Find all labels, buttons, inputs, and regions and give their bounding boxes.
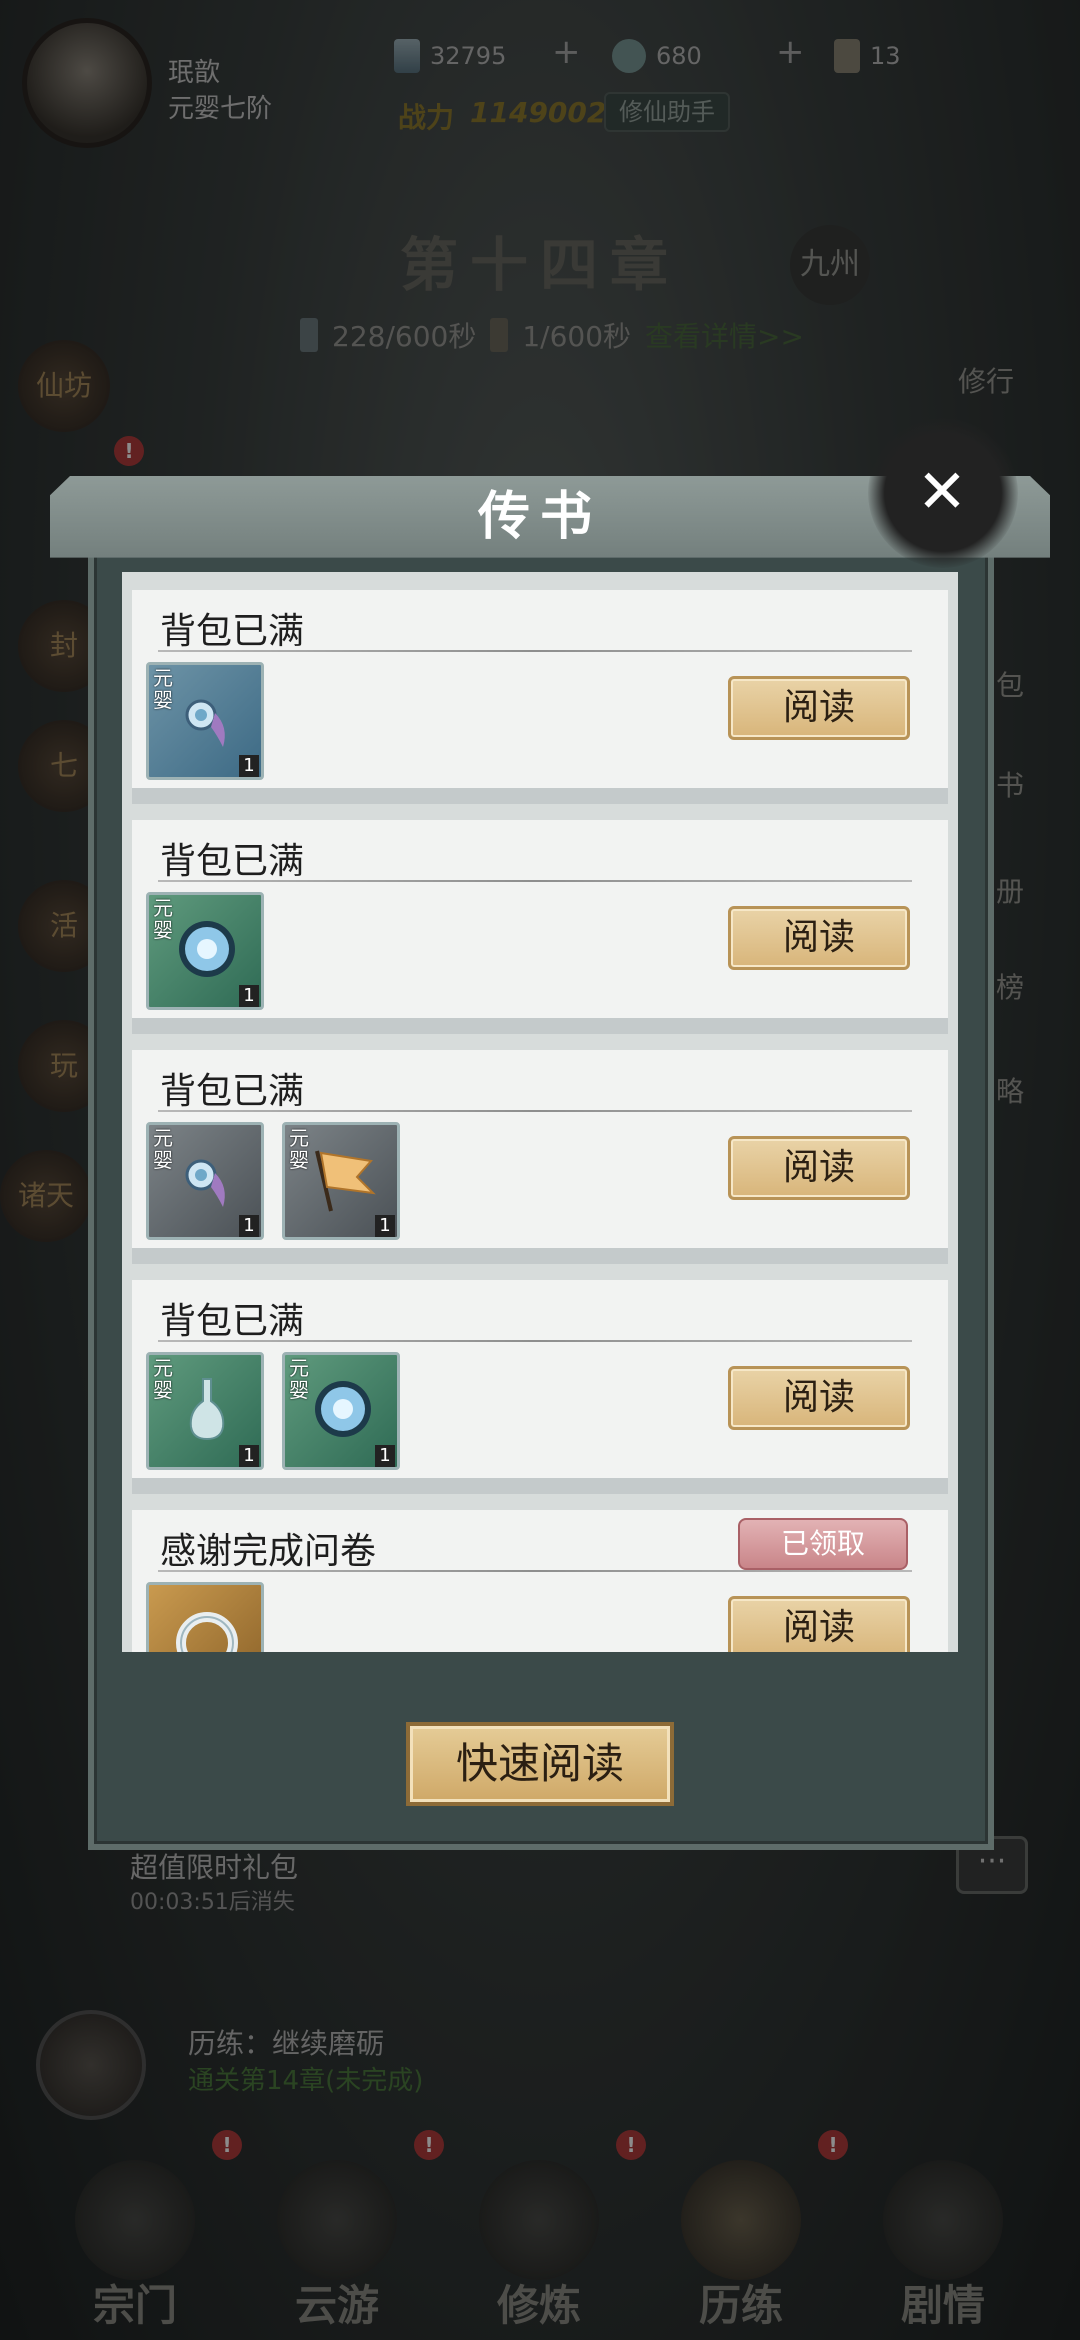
- item-count: 1: [239, 1445, 259, 1467]
- item-tier-tag: 元婴: [153, 896, 173, 942]
- claimed-badge: 已领取: [738, 1518, 908, 1570]
- read-button[interactable]: 阅读: [728, 676, 910, 740]
- orb-icon: [315, 1381, 371, 1437]
- letter-title: 感谢完成问卷: [160, 1531, 377, 1572]
- ring-icon: [176, 1612, 238, 1652]
- item-tier-tag: 元婴: [153, 1356, 173, 1402]
- vase-icon: [189, 1378, 225, 1441]
- letter-card[interactable]: 感谢完成问卷 已领取阅读: [132, 1510, 948, 1652]
- letter-card[interactable]: 背包已满元婴 1 阅读: [132, 590, 948, 804]
- item-count: 1: [239, 755, 259, 777]
- item-count: 1: [375, 1215, 395, 1237]
- item-tier-tag: 元婴: [153, 1126, 173, 1172]
- divider: [158, 1110, 912, 1112]
- letter-title: 背包已满: [160, 1071, 305, 1112]
- letter-list[interactable]: 背包已满 元婴 1 阅读 背包已满 元婴 1 阅读 背包已满 元婴 1 元婴 1 阅读 背包已满 元婴 1 元婴 1…: [122, 572, 958, 1652]
- reward-item[interactable]: 元婴 1: [146, 892, 264, 1010]
- earring-icon: [185, 699, 225, 747]
- divider: [158, 1570, 912, 1572]
- letter-card[interactable]: 背包已满元婴 1 元婴 1 阅读: [132, 1050, 948, 1264]
- item-count: 1: [239, 1215, 259, 1237]
- reward-item[interactable]: 元婴 1: [146, 1352, 264, 1470]
- earring-icon: [185, 1159, 225, 1207]
- letter-title: 背包已满: [160, 611, 305, 652]
- banner-icon: [315, 1150, 376, 1212]
- letter-card[interactable]: 背包已满元婴 1 阅读: [132, 820, 948, 1034]
- read-button[interactable]: 阅读: [728, 1136, 910, 1200]
- orb-icon: [179, 921, 235, 977]
- item-tier-tag: 元婴: [289, 1126, 309, 1172]
- quick-read-button[interactable]: 快速阅读: [406, 1722, 674, 1806]
- reward-item[interactable]: 元婴 1: [146, 1122, 264, 1240]
- close-icon[interactable]: ✕: [910, 462, 974, 526]
- item-tier-tag: 元婴: [153, 666, 173, 712]
- modal-title: 传书: [477, 487, 602, 547]
- item-count: 1: [239, 985, 259, 1007]
- item-tier-tag: 元婴: [289, 1356, 309, 1402]
- letter-card[interactable]: 背包已满元婴 1 元婴 1 阅读: [132, 1280, 948, 1494]
- read-button[interactable]: 阅读: [728, 1596, 910, 1652]
- divider: [158, 880, 912, 882]
- read-button[interactable]: 阅读: [728, 1366, 910, 1430]
- item-count: 1: [375, 1445, 395, 1467]
- reward-item[interactable]: 元婴 1: [146, 662, 264, 780]
- reward-item[interactable]: 元婴 1: [282, 1352, 400, 1470]
- read-button[interactable]: 阅读: [728, 906, 910, 970]
- letter-title: 背包已满: [160, 1301, 305, 1342]
- divider: [158, 650, 912, 652]
- divider: [158, 1340, 912, 1342]
- reward-item[interactable]: 元婴 1: [282, 1122, 400, 1240]
- reward-item[interactable]: [146, 1582, 264, 1652]
- letter-title: 背包已满: [160, 841, 305, 882]
